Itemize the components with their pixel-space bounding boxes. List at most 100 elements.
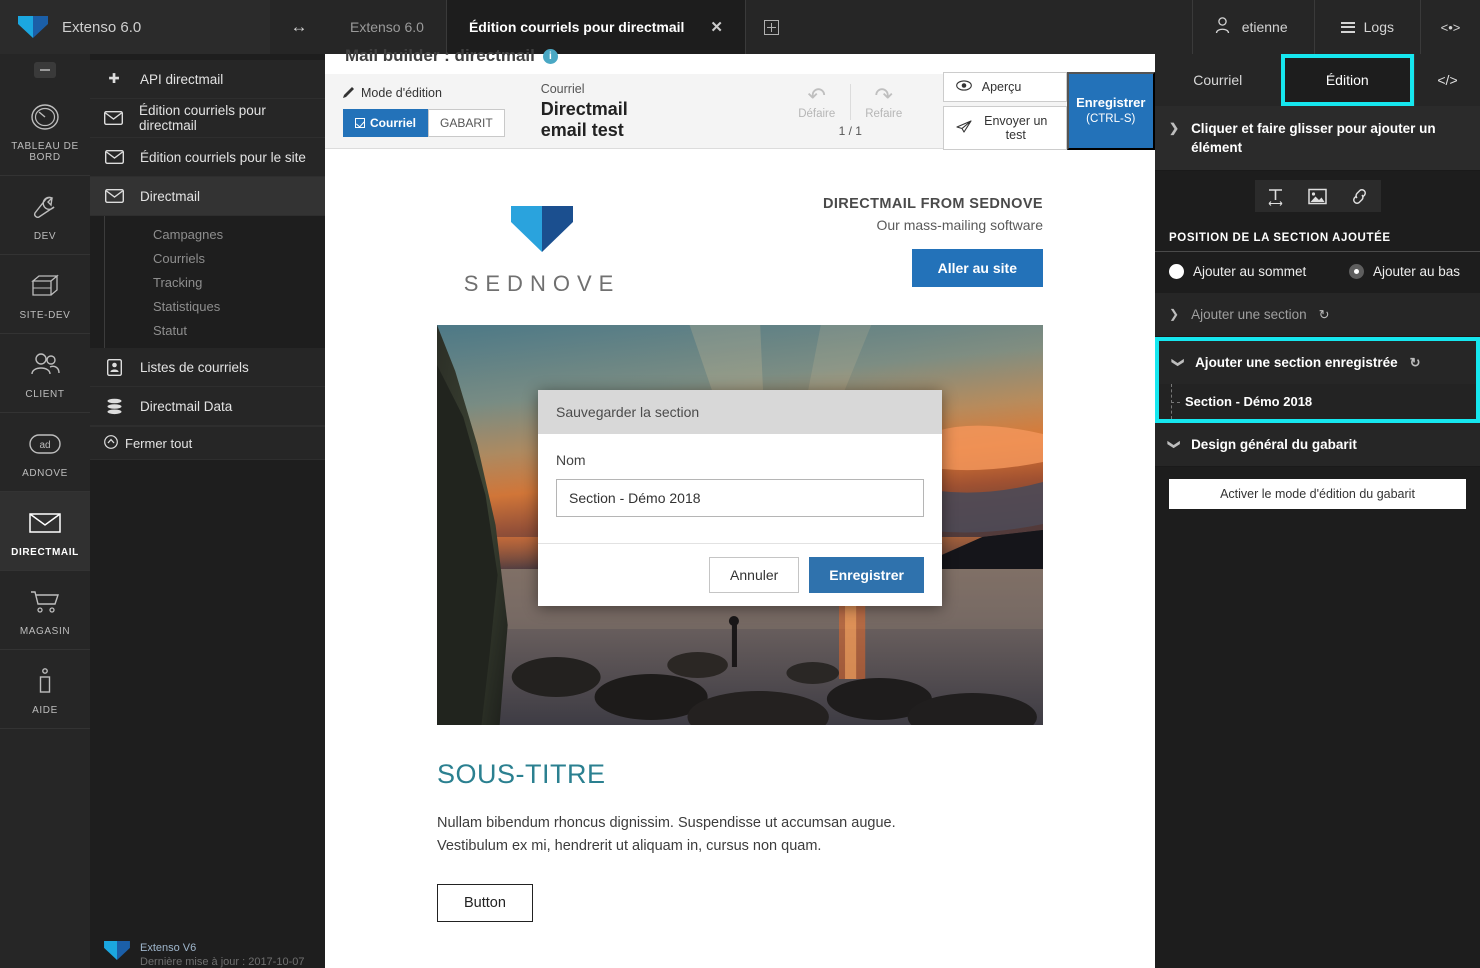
- email-header-cta-button[interactable]: Aller au site: [911, 249, 1043, 287]
- edit-mode-label-row: Mode d'édition: [343, 86, 505, 101]
- plus-icon: ✚: [108, 71, 120, 86]
- radio-icon-selected: [1349, 264, 1364, 279]
- email-body-block[interactable]: SOUS-TITRE Nullam bibendum rhoncus digni…: [325, 725, 1155, 922]
- preview-button[interactable]: Aperçu: [942, 72, 1067, 102]
- tree-connector-icon: [1171, 384, 1181, 419]
- rail-item-tableau-de-bord[interactable]: TABLEAU DE BORD: [0, 86, 90, 176]
- nav-subitem-campagnes[interactable]: Campagnes: [105, 222, 325, 246]
- close-all-label: Fermer tout: [125, 435, 193, 451]
- tool-group: [1254, 180, 1381, 212]
- email-header-text-block: DIRECTMAIL FROM SEDNOVE Our mass-mailing…: [823, 192, 1043, 287]
- nav-item-directmail-data[interactable]: Directmail Data: [90, 387, 325, 426]
- activate-template-mode-button[interactable]: Activer le mode d'édition du gabarit: [1169, 479, 1466, 509]
- icon-rail: TABLEAU DE BORD DEV SITE-DEV CLIENT ad A…: [0, 54, 90, 968]
- check-icon: [355, 117, 365, 128]
- email-cta-button[interactable]: Button: [437, 884, 533, 922]
- tab-edition[interactable]: Édition: [1280, 54, 1414, 106]
- send-test-button[interactable]: Envoyer un test: [942, 106, 1067, 150]
- resize-horizontal-icon[interactable]: ↔: [270, 0, 328, 54]
- envelope-icon: [104, 150, 124, 164]
- email-logo-block: SEDNOVE: [437, 192, 728, 297]
- user-name: etienne: [1241, 19, 1288, 35]
- info-icon: [0, 664, 90, 698]
- section-name-input[interactable]: [556, 479, 924, 517]
- nav-item-directmail[interactable]: Directmail: [90, 177, 325, 216]
- info-badge-icon[interactable]: i: [542, 48, 558, 64]
- redo-button[interactable]: ↷ Refaire: [851, 84, 917, 121]
- save-label: Enregistrer: [1076, 95, 1146, 110]
- rail-item-aide[interactable]: AIDE: [0, 650, 90, 729]
- rail-item-site-dev[interactable]: SITE-DEV: [0, 255, 90, 334]
- chevron-down-icon: ❯: [1171, 357, 1186, 368]
- nav-item-edition-courriels-directmail[interactable]: Édition courriels pour directmail: [90, 99, 325, 138]
- tab-label: Extenso 6.0: [350, 19, 424, 35]
- edit-mode-group: Mode d'édition Courriel GABARIT: [325, 74, 523, 148]
- close-icon[interactable]: ✕: [710, 18, 723, 36]
- nav-item-label: Édition courriels pour directmail: [139, 103, 266, 133]
- send-test-label: Envoyer un test: [984, 114, 1048, 142]
- logs-button[interactable]: Logs: [1313, 0, 1420, 54]
- undo-button[interactable]: ↶ Défaire: [784, 83, 850, 121]
- undo-arrow-icon: ↶: [807, 83, 826, 108]
- email-body-text: Nullam bibendum rhoncus dignissim. Suspe…: [437, 812, 1043, 858]
- rail-item-magasin[interactable]: MAGASIN: [0, 571, 90, 650]
- cube-icon: [0, 269, 90, 303]
- people-icon: [0, 348, 90, 382]
- brand-title: Extenso 6.0: [62, 18, 142, 36]
- rail-item-directmail[interactable]: DIRECTMAIL: [0, 492, 90, 571]
- nav-subitem-courriels[interactable]: Courriels: [105, 246, 325, 270]
- design-general-accordion[interactable]: ❯ Design général du gabarit: [1155, 423, 1480, 467]
- svg-text:ad: ad: [39, 440, 50, 451]
- nav-menu: ✚ API directmail Édition courriels pour …: [90, 54, 325, 968]
- email-body-line-1: Nullam bibendum rhoncus dignissim. Suspe…: [437, 815, 896, 831]
- document-info: Courriel Directmail email test: [523, 74, 646, 148]
- mode-courriel-button[interactable]: Courriel: [343, 108, 429, 137]
- refresh-icon[interactable]: ↻: [1319, 307, 1330, 323]
- add-element-accordion[interactable]: ❯ Cliquer et faire glisser pour ajouter …: [1155, 106, 1480, 171]
- nav-item-edition-courriels-site[interactable]: Édition courriels pour le site: [90, 138, 325, 177]
- rail-label: ADNOVE: [22, 468, 68, 479]
- radio-add-top[interactable]: Ajouter au sommet: [1169, 264, 1349, 279]
- rail-item-client[interactable]: CLIENT: [0, 334, 90, 413]
- user-menu[interactable]: etienne: [1191, 0, 1314, 54]
- add-section-accordion[interactable]: ❯ Ajouter une section ↻: [1155, 293, 1480, 337]
- cancel-button[interactable]: Annuler: [709, 557, 800, 593]
- text-element-icon[interactable]: [1255, 180, 1297, 212]
- close-all-button[interactable]: Fermer tout: [90, 426, 325, 460]
- nav-subitem-statut[interactable]: Statut: [105, 318, 325, 342]
- nav-subitem-statistiques[interactable]: Statistiques: [105, 294, 325, 318]
- rail-label: CLIENT: [25, 389, 65, 400]
- add-element-title: Cliquer et faire glisser pour ajouter un…: [1191, 121, 1436, 155]
- nav-subitem-tracking[interactable]: Tracking: [105, 270, 325, 294]
- add-saved-section-accordion[interactable]: ❯ Ajouter une section enregistrée ↻: [1159, 341, 1476, 384]
- nav-item-listes-de-courriels[interactable]: Listes de courriels: [90, 348, 325, 387]
- saved-section-item[interactable]: Section - Démo 2018: [1159, 384, 1476, 419]
- email-subtitle: SOUS-TITRE: [437, 759, 606, 789]
- chevron-down-icon: ❯: [1169, 121, 1180, 135]
- link-element-icon[interactable]: [1339, 180, 1381, 212]
- image-element-icon[interactable]: [1297, 180, 1339, 212]
- save-button[interactable]: Enregistrer (CTRL-S): [1066, 72, 1155, 150]
- email-header-title: DIRECTMAIL FROM SEDNOVE: [823, 196, 1043, 212]
- radio-add-bottom[interactable]: Ajouter au bas: [1349, 264, 1460, 279]
- undo-redo-group: ↶ Défaire ↷ Refaire 1 / 1: [766, 74, 935, 148]
- paper-plane-icon: [956, 119, 972, 137]
- code-toggle-icon[interactable]: <•>: [1420, 0, 1480, 54]
- add-tab-button[interactable]: [746, 0, 796, 54]
- rail-item-dev[interactable]: DEV: [0, 176, 90, 255]
- tab-courriel[interactable]: Courriel: [1155, 54, 1281, 106]
- mode-gabarit-button[interactable]: GABARIT: [428, 108, 505, 137]
- collapse-rail-button[interactable]: [0, 54, 90, 86]
- rail-label: TABLEAU DE BORD: [11, 141, 79, 163]
- nav-item-api-directmail[interactable]: ✚ API directmail: [90, 60, 325, 99]
- code-view-icon[interactable]: </>: [1414, 54, 1480, 106]
- minus-icon: [34, 62, 56, 78]
- dialog-save-button[interactable]: Enregistrer: [809, 557, 924, 593]
- refresh-icon[interactable]: ↻: [1410, 355, 1421, 371]
- position-radio-group: Ajouter au sommet Ajouter au bas: [1155, 252, 1480, 293]
- sednove-wordmark: SEDNOVE: [463, 271, 621, 296]
- cart-icon: [0, 585, 90, 619]
- email-header-block[interactable]: SEDNOVE DIRECTMAIL FROM SEDNOVE Our mass…: [325, 150, 1155, 325]
- rail-item-adnove[interactable]: ad ADNOVE: [0, 413, 90, 492]
- page-title-text: Mail builder : directmail: [345, 46, 535, 65]
